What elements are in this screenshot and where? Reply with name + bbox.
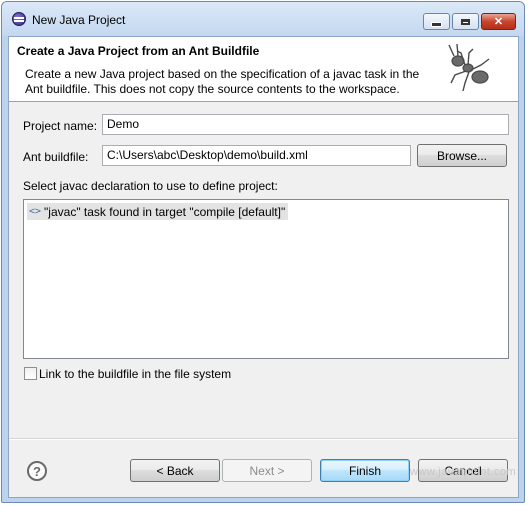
title-bar[interactable]: New Java Project ✕ [2, 2, 524, 36]
window-title: New Java Project [32, 13, 126, 27]
maximize-button[interactable] [452, 13, 479, 30]
close-icon: ✕ [493, 16, 504, 28]
link-buildfile-checkbox[interactable] [24, 367, 37, 380]
minimize-icon [431, 22, 442, 27]
back-button[interactable]: < Back [130, 459, 220, 482]
watermark-text: www.javatpoint.com [410, 466, 517, 478]
next-button[interactable]: Next > [222, 459, 312, 482]
help-icon[interactable]: ? [27, 461, 47, 481]
dialog-window: New Java Project ✕ Create a Java Project… [1, 1, 525, 503]
link-buildfile-label: Link to the buildfile in the file system [39, 367, 232, 381]
project-name-label: Project name: [23, 119, 98, 133]
ant-icon [448, 43, 490, 92]
list-item[interactable]: <> "javac" task found in target "compile… [27, 203, 289, 220]
xml-tag-icon: <> [29, 206, 42, 217]
close-button[interactable]: ✕ [481, 13, 516, 30]
footer-divider [9, 438, 518, 440]
maximize-icon [461, 18, 470, 25]
banner-description: Create a new Java project based on the s… [25, 67, 420, 96]
minimize-button[interactable] [423, 13, 450, 30]
buildfile-label: Ant buildfile: [23, 150, 89, 164]
list-item-label: "javac" task found in target "compile [d… [44, 204, 286, 219]
javac-declaration-list[interactable]: <> "javac" task found in target "compile… [23, 199, 509, 359]
browse-button[interactable]: Browse... [417, 144, 507, 167]
eclipse-icon [12, 12, 26, 26]
dialog-body: Create a Java Project from an Ant Buildf… [8, 36, 519, 498]
project-name-input[interactable]: Demo [102, 114, 509, 135]
buildfile-input[interactable]: C:\Users\abc\Desktop\demo\build.xml [102, 145, 411, 166]
wizard-banner: Create a Java Project from an Ant Buildf… [9, 37, 518, 102]
banner-title: Create a Java Project from an Ant Buildf… [17, 44, 260, 58]
select-javac-label: Select javac declaration to use to defin… [23, 179, 278, 193]
finish-button[interactable]: Finish [320, 459, 410, 482]
